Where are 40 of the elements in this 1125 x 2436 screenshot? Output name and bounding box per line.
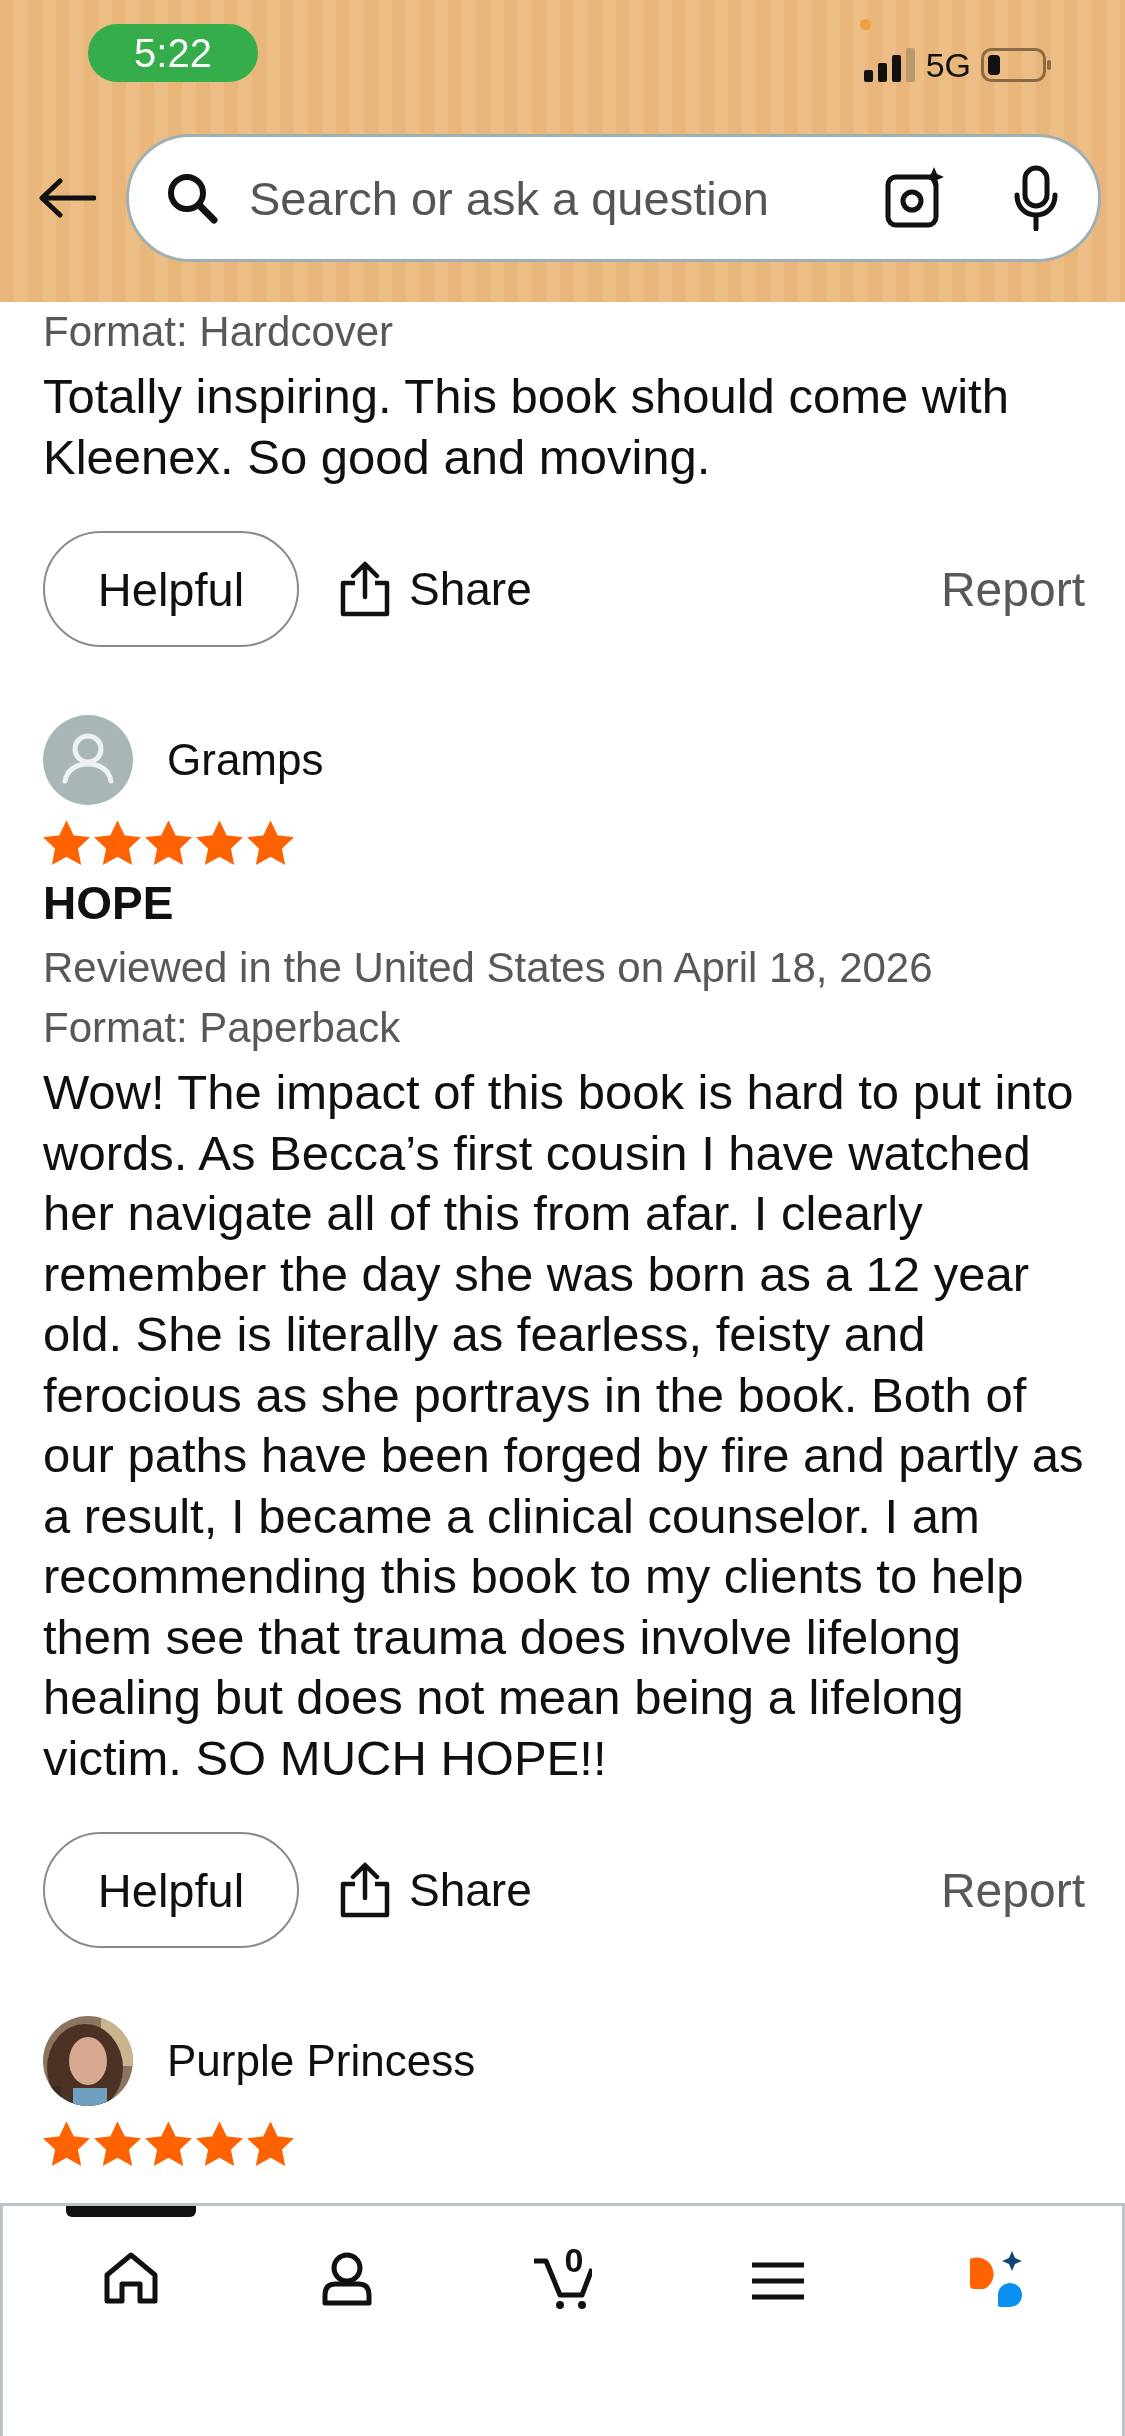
status-time: 5:22 xyxy=(88,24,258,82)
review-text: Wow! The impact of this book is hard to put into words. As Becca’s first cousin I have watched her navigate all of this from afar. I clearly remember the day she was born as a 12 year old. She is literally as fearless, feisty and ferocious as she portrays in the book. Both of our paths have been forged by fire and partly as a result, I became a clinical counselor. I am recommending this book to my clients to help them see that trauma does involve lifelong healing but does not mean being a lifelong victim. SO MUCH HOPE!! xyxy=(43,1064,1085,1787)
network-label: 5G xyxy=(925,45,971,85)
camera-search-icon[interactable] xyxy=(884,167,946,229)
report-link[interactable]: Report xyxy=(940,1862,1085,1918)
helpful-button[interactable]: Helpful xyxy=(43,531,299,647)
microphone-icon[interactable] xyxy=(1014,165,1058,231)
star-icon xyxy=(94,821,141,866)
star-icon xyxy=(247,821,294,866)
star-icon xyxy=(94,2122,141,2167)
star-icon xyxy=(196,2122,243,2167)
review-date: Reviewed in the United States on April 18, 2026 xyxy=(43,943,934,993)
share-button[interactable]: Share xyxy=(339,1862,532,1918)
back-arrow-icon xyxy=(38,178,96,218)
review-title: HOPE xyxy=(43,876,175,930)
cart-count: 0 xyxy=(564,2241,584,2280)
report-link[interactable]: Report xyxy=(940,561,1085,617)
star-icon xyxy=(145,2122,192,2167)
format-label: Format: Paperback xyxy=(43,1003,402,1053)
privacy-dot xyxy=(860,19,871,30)
share-icon xyxy=(339,1862,391,1918)
battery-icon xyxy=(981,48,1053,82)
review-text: Totally inspiring. This book should come with Kleenex. So good and moving. xyxy=(43,368,1010,486)
star-icon xyxy=(247,2122,294,2167)
star-icon xyxy=(196,821,243,866)
search-icon xyxy=(165,171,219,225)
search-bar[interactable]: Search or ask a question xyxy=(126,134,1101,262)
star-icon xyxy=(145,821,192,866)
avatar-icon xyxy=(43,715,133,805)
share-button[interactable]: Share xyxy=(339,561,532,617)
reviewer-name[interactable]: Gramps xyxy=(167,735,324,785)
reviewer-name[interactable]: Purple Princess xyxy=(167,2036,476,2086)
star-icon xyxy=(43,2122,90,2167)
helpful-button[interactable]: Helpful xyxy=(43,1832,299,1948)
cart-tab[interactable]: 0 xyxy=(454,2206,671,2311)
search-field[interactable]: Search or ask a question xyxy=(247,169,856,227)
format-label: Format: Hardcover xyxy=(43,307,395,357)
star-icon xyxy=(43,821,90,866)
signal-icon xyxy=(863,48,916,82)
share-icon xyxy=(339,561,391,617)
